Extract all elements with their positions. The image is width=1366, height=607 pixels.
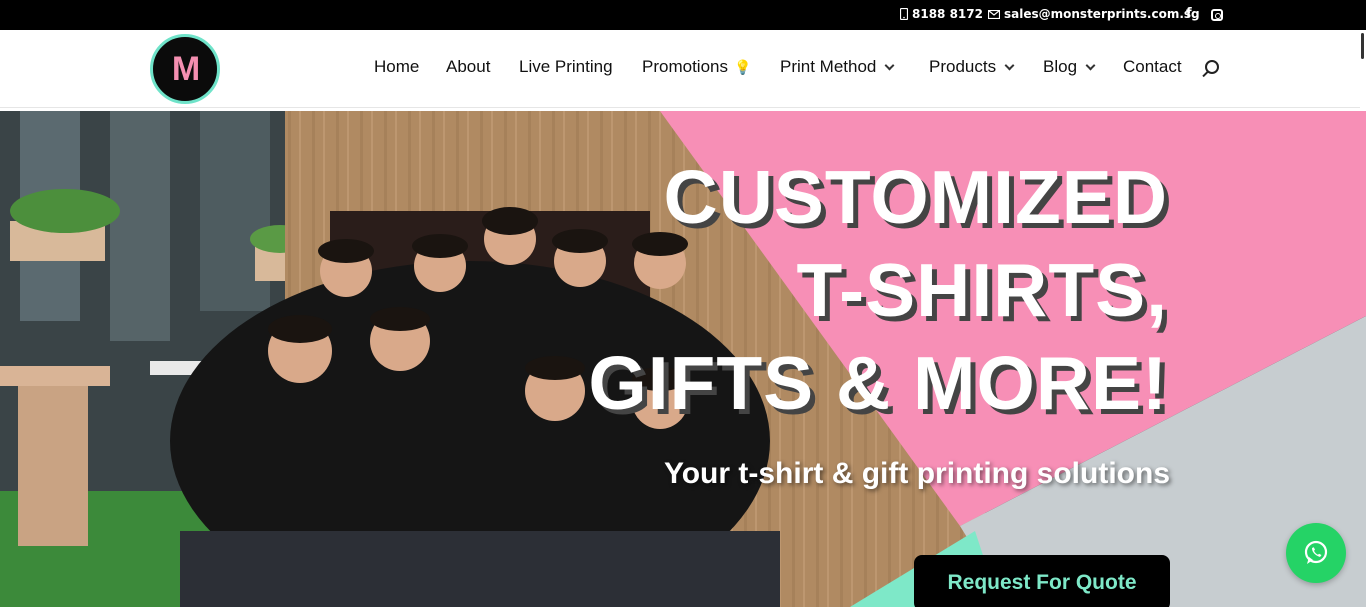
chevron-down-icon: [1085, 60, 1096, 70]
mail-icon: [988, 9, 1000, 19]
search-icon[interactable]: [1205, 60, 1219, 74]
hero-headline: CUSTOMIZED T-SHIRTS, GIFTS & MORE!: [588, 151, 1168, 430]
nav-blog-label: Blog: [1043, 57, 1078, 76]
instagram-icon[interactable]: [1211, 9, 1223, 21]
chevron-down-icon: [1004, 60, 1015, 70]
email-address: sales@monsterprints.com.sg: [1004, 7, 1200, 21]
hero-banner: CUSTOMIZED T-SHIRTS, GIFTS & MORE! Your …: [0, 111, 1366, 607]
whatsapp-icon: [1304, 540, 1328, 564]
chevron-down-icon: [884, 60, 895, 70]
facebook-icon[interactable]: f: [1186, 6, 1192, 21]
nav-live-printing[interactable]: Live Printing: [519, 57, 613, 77]
scrollbar-thumb[interactable]: [1361, 33, 1364, 59]
headline-line-1: CUSTOMIZED: [663, 155, 1168, 239]
nav-promotions[interactable]: Promotions 💡: [642, 57, 751, 77]
nav-print-method-label: Print Method: [780, 57, 877, 76]
nav-live-printing-label: Live Printing: [519, 57, 613, 76]
nav-about[interactable]: About: [446, 57, 490, 77]
headline-line-2: T-SHIRTS,: [796, 248, 1168, 332]
main-nav: Home About Live Printing Promotions 💡 Pri…: [0, 57, 1366, 81]
lightbulb-icon: 💡: [733, 58, 752, 75]
nav-contact[interactable]: Contact: [1123, 57, 1182, 77]
headline-line-3: GIFTS & MORE!: [588, 341, 1168, 425]
nav-print-method[interactable]: Print Method: [780, 57, 895, 77]
nav-promotions-label: Promotions: [642, 57, 728, 76]
top-contact-bar: 8188 8172 sales@monsterprints.com.sg f: [0, 0, 1366, 30]
phone-number: 8188 8172: [912, 7, 983, 21]
nav-contact-label: Contact: [1123, 57, 1182, 76]
nav-products-label: Products: [929, 57, 997, 76]
whatsapp-button[interactable]: [1286, 523, 1346, 583]
site-header: M Home About Live Printing Promotions 💡 P…: [0, 30, 1366, 108]
nav-home-label: Home: [374, 57, 420, 76]
nav-products[interactable]: Products: [929, 57, 1015, 77]
phone-link[interactable]: 8188 8172: [900, 7, 983, 21]
hero-subheadline: Your t-shirt & gift printing solutions: [663, 457, 1170, 490]
nav-about-label: About: [446, 57, 491, 76]
nav-home[interactable]: Home: [374, 57, 419, 77]
nav-blog[interactable]: Blog: [1043, 57, 1096, 77]
request-quote-button[interactable]: Request For Quote: [914, 555, 1170, 607]
email-link[interactable]: sales@monsterprints.com.sg: [988, 7, 1200, 21]
phone-icon: [900, 8, 908, 20]
